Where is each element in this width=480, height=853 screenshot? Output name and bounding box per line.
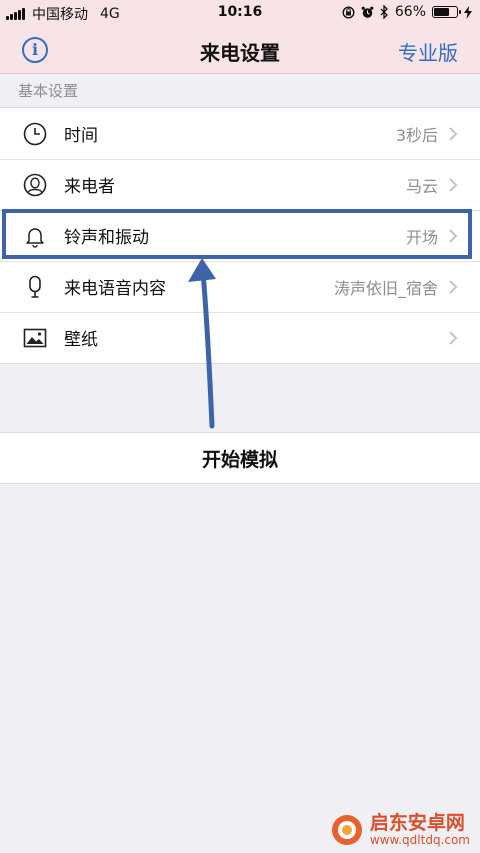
watermark-logo-icon (331, 815, 362, 845)
annotation-arrow (188, 258, 216, 429)
watermark-url: www.qdltdq.com (369, 833, 470, 847)
watermark: 启东安卓网 www.qdltdq.com (330, 813, 470, 847)
watermark-title: 启东安卓网 (369, 812, 465, 834)
start-simulation-button[interactable]: 开始模拟 (0, 432, 480, 484)
